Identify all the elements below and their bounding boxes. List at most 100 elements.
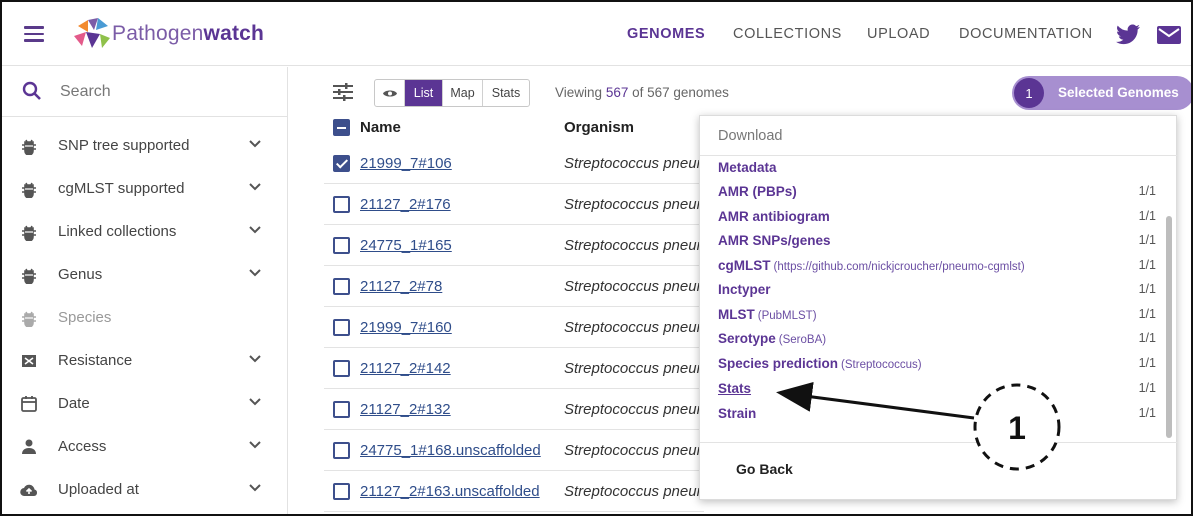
download-inctyper[interactable]: Inctyper 1/1: [718, 281, 1158, 303]
filter-species: Species: [2, 297, 287, 339]
genome-name-link[interactable]: 21127_2#176: [360, 196, 556, 213]
download-mlst[interactable]: MLST (PubMLST) 1/1: [718, 306, 1158, 328]
twitter-icon[interactable]: [1115, 24, 1141, 46]
nav-upload[interactable]: UPLOAD: [867, 26, 930, 42]
select-all-checkbox[interactable]: [333, 119, 350, 136]
go-back-button[interactable]: Go Back: [736, 461, 793, 477]
filter-label: Resistance: [58, 352, 133, 369]
search-bar: [2, 67, 287, 117]
genome-name-link[interactable]: 21999_7#106: [360, 155, 556, 172]
menu-icon[interactable]: [24, 26, 44, 42]
table-row: 21127_2#132 Streptococcus pneumoniae: [324, 389, 704, 430]
nav-collections[interactable]: COLLECTIONS: [733, 26, 842, 42]
selected-count-badge: 1: [1014, 78, 1044, 108]
download-item-source: (PubMLST): [757, 310, 817, 322]
table-row: 24775_1#168.unscaffolded Streptococcus p…: [324, 430, 704, 471]
nav-documentation[interactable]: DOCUMENTATION: [959, 26, 1093, 42]
row-checkbox[interactable]: [333, 278, 350, 295]
download-species-prediction[interactable]: Species prediction (Streptococcus) 1/1: [718, 355, 1158, 377]
download-strain[interactable]: Strain 1/1: [718, 405, 1158, 427]
download-menu-title: Download: [718, 128, 783, 144]
chevron-down-icon: [249, 355, 261, 363]
filter-genus[interactable]: Genus: [2, 254, 287, 296]
organism-cell: Streptococcus pneumoniae: [564, 319, 700, 336]
download-item-source: (Streptococcus): [841, 359, 922, 371]
search-icon: [22, 81, 41, 100]
filter-resistance[interactable]: Resistance: [2, 340, 287, 382]
genome-name-link[interactable]: 24775_1#165: [360, 237, 556, 254]
brand-name[interactable]: Pathogenwatch: [112, 22, 264, 46]
download-serotype[interactable]: Serotype (SeroBA) 1/1: [718, 330, 1158, 352]
column-name-header[interactable]: Name: [360, 119, 401, 136]
filter-access[interactable]: Access: [2, 426, 287, 468]
table-row: 21127_2#78 Streptococcus pneumoniae: [324, 266, 704, 307]
table-row: 21127_2#163.unscaffolded Streptococcus p…: [324, 471, 704, 512]
eye-icon: [382, 90, 397, 96]
bug-icon: [22, 139, 36, 155]
bug-icon: [22, 182, 36, 198]
table-row: 21999_7#106 Streptococcus pneumoniae: [324, 143, 704, 184]
row-checkbox[interactable]: [333, 155, 350, 172]
filter-label: Uploaded at: [58, 481, 139, 498]
row-checkbox[interactable]: [333, 319, 350, 336]
row-checkbox[interactable]: [333, 442, 350, 459]
filter-sidebar: SNP tree supported cgMLST supported Link…: [2, 67, 288, 514]
filter-snp-tree[interactable]: SNP tree supported: [2, 125, 287, 167]
mail-icon[interactable]: [1157, 26, 1181, 44]
table-row: 21127_2#176 Streptococcus pneumoniae: [324, 184, 704, 225]
download-cgmlst[interactable]: cgMLST (https://github.com/nickjcroucher/…: [718, 257, 1158, 279]
table-header: Name Organism: [324, 114, 704, 142]
row-checkbox[interactable]: [333, 196, 350, 213]
filter-cgmlst[interactable]: cgMLST supported: [2, 168, 287, 210]
filter-uploaded-at[interactable]: Uploaded at: [2, 469, 287, 511]
view-list-button[interactable]: List: [405, 80, 443, 106]
download-item-count: 1/1: [1138, 356, 1156, 370]
genome-name-link[interactable]: 21999_7#160: [360, 319, 556, 336]
cloud-upload-icon: [20, 484, 38, 497]
filter-date[interactable]: Date: [2, 383, 287, 425]
eye-toggle[interactable]: [375, 80, 405, 106]
download-item-label: AMR (PBPs): [718, 184, 797, 199]
download-amr-antibiogram[interactable]: AMR antibiogram 1/1: [718, 208, 1158, 230]
genome-name-link[interactable]: 21127_2#142: [360, 360, 556, 377]
divider: [700, 155, 1178, 156]
genome-name-link[interactable]: 21127_2#132: [360, 401, 556, 418]
genome-name-link[interactable]: 24775_1#168.unscaffolded: [360, 442, 556, 459]
download-metadata[interactable]: Metadata: [718, 159, 1158, 181]
download-stats[interactable]: Stats 1/1: [718, 380, 1158, 402]
row-checkbox[interactable]: [333, 360, 350, 377]
download-item-label: Species prediction: [718, 356, 839, 371]
genome-name-link[interactable]: 21127_2#78: [360, 278, 556, 295]
nav-genomes[interactable]: GENOMES: [627, 26, 705, 42]
download-item-label: cgMLST: [718, 258, 771, 273]
download-amr-pbps[interactable]: AMR (PBPs) 1/1: [718, 183, 1158, 205]
download-menu-scrollbar[interactable]: [1166, 216, 1172, 438]
organism-cell: Streptococcus pneumoniae: [564, 196, 700, 213]
column-organism-header[interactable]: Organism: [564, 119, 634, 136]
download-item-label: Serotype: [718, 331, 776, 346]
organism-cell: Streptococcus pneumoniae: [564, 155, 700, 172]
viewing-prefix: Viewing: [555, 85, 603, 100]
genome-name-link[interactable]: 21127_2#163.unscaffolded: [360, 483, 556, 500]
viewing-suffix: of 567 genomes: [632, 85, 729, 100]
chevron-down-icon: [249, 269, 261, 277]
chevron-down-icon: [249, 484, 261, 492]
row-checkbox[interactable]: [333, 483, 350, 500]
view-stats-button[interactable]: Stats: [483, 80, 529, 106]
download-amr-snps-genes[interactable]: AMR SNPs/genes 1/1: [718, 232, 1158, 254]
download-item-count: 1/1: [1138, 282, 1156, 296]
chevron-down-icon: [249, 398, 261, 406]
app-frame: Pathogenwatch GENOMES COLLECTIONS UPLOAD…: [0, 0, 1193, 516]
selected-genomes-button[interactable]: 1 Selected Genomes: [1012, 76, 1191, 110]
tune-icon[interactable]: [332, 82, 354, 102]
row-checkbox[interactable]: [333, 237, 350, 254]
search-input[interactable]: [60, 80, 260, 104]
download-item-count: 1/1: [1138, 381, 1156, 395]
filter-linked-collections[interactable]: Linked collections: [2, 211, 287, 253]
download-item-label: Metadata: [718, 160, 777, 175]
view-map-button[interactable]: Map: [443, 80, 483, 106]
viewing-summary: Viewing 567 of 567 genomes: [555, 85, 729, 100]
row-checkbox[interactable]: [333, 401, 350, 418]
calendar-icon: [21, 396, 37, 412]
pathogenwatch-logo-icon: [74, 18, 110, 48]
